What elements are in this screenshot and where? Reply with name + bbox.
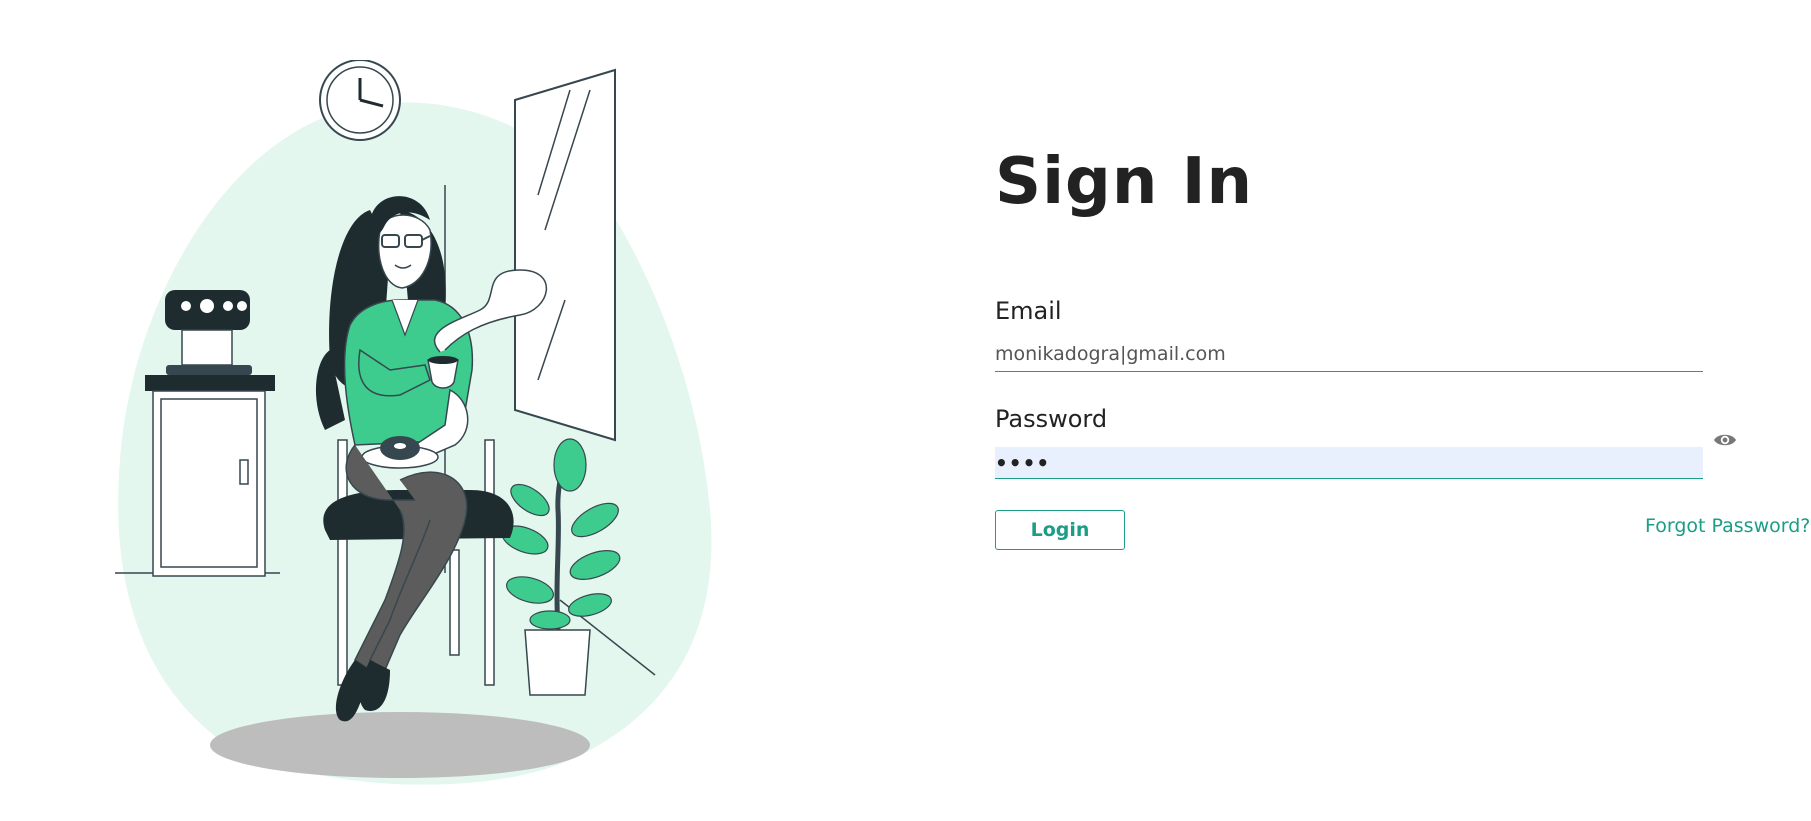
password-label: Password <box>995 405 1108 433</box>
woman-drinking-coffee-illustration <box>100 60 720 800</box>
signin-form: Sign In Email Password Login Forgot Pass… <box>995 145 1810 550</box>
page-title: Sign In <box>995 145 1254 219</box>
forgot-password-link[interactable]: Forgot Password? <box>1645 515 1810 537</box>
coffee-cup-icon <box>427 356 459 389</box>
login-page: Sign In Email Password Login Forgot Pass… <box>0 0 1811 821</box>
window <box>514 68 616 442</box>
cabinet <box>145 375 275 577</box>
floor-shadow <box>210 712 590 778</box>
login-button[interactable]: Login <box>995 510 1125 550</box>
clock-icon <box>319 60 401 141</box>
email-field[interactable] <box>995 337 1703 372</box>
email-label: Email <box>995 297 1062 325</box>
eye-icon[interactable] <box>1713 432 1737 448</box>
password-field[interactable] <box>995 447 1703 479</box>
